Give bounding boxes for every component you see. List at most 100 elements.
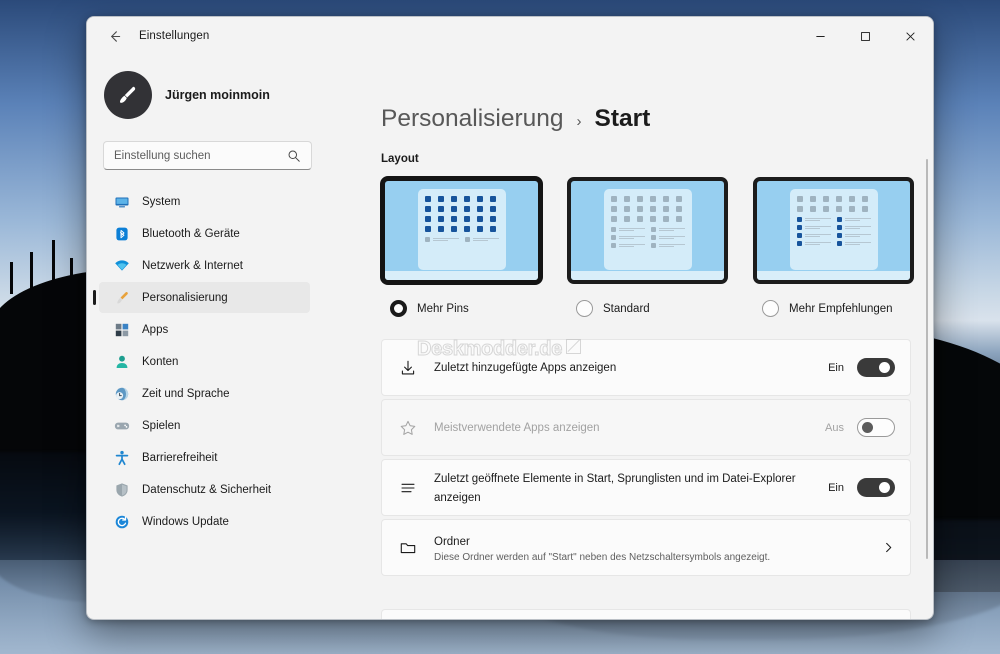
setting-control: Ein bbox=[828, 478, 895, 497]
sidebar: Jürgen moinmoin Einstellung suchen Syste… bbox=[87, 55, 322, 619]
layout-option-standard: Standard bbox=[567, 177, 728, 317]
setting-text: Zuletzt hinzugefügte Apps anzeigen bbox=[434, 358, 812, 377]
sidebar-item-label: Barrierefreiheit bbox=[142, 451, 218, 464]
window-titlebar: Einstellungen bbox=[87, 17, 933, 55]
settings-window: Einstellungen Jürgen moinmoin Einstellun… bbox=[86, 16, 934, 620]
taskbar-preview bbox=[757, 271, 910, 280]
list-lines-icon bbox=[398, 478, 418, 498]
desktop-background: Einstellungen Jürgen moinmoin Einstellun… bbox=[0, 0, 1000, 654]
layout-preview-mehr-empfehlungen[interactable] bbox=[753, 177, 914, 284]
sidebar-item-konten[interactable]: Konten bbox=[99, 346, 310, 377]
layout-option-label: Mehr Empfehlungen bbox=[789, 302, 893, 315]
apps-grid-icon bbox=[113, 321, 130, 338]
search-button[interactable] bbox=[284, 146, 303, 165]
toggle-most-used-apps[interactable] bbox=[857, 418, 895, 437]
tree-spike bbox=[10, 262, 13, 294]
setting-title: Ordner bbox=[434, 535, 470, 548]
layout-radio-mehr-pins[interactable]: Mehr Pins bbox=[381, 300, 542, 317]
start-panel-preview bbox=[789, 189, 878, 270]
sidebar-item-label: Zeit und Sprache bbox=[142, 387, 230, 400]
avatar bbox=[104, 71, 152, 119]
pin-grid bbox=[796, 196, 871, 212]
vertical-scrollbar[interactable] bbox=[926, 159, 928, 559]
gamepad-icon bbox=[113, 417, 130, 434]
layout-radio-mehr-empfehlungen[interactable]: Mehr Empfehlungen bbox=[753, 300, 914, 317]
breadcrumb-parent[interactable]: Personalisierung bbox=[381, 105, 564, 133]
breadcrumb-separator: › bbox=[576, 113, 582, 130]
toggle-recently-added-apps[interactable] bbox=[857, 358, 895, 377]
arrow-left-icon bbox=[110, 30, 120, 42]
sidebar-item-zeit-sprache[interactable]: Zeit und Sprache bbox=[99, 378, 310, 409]
toggle-recently-opened-items[interactable] bbox=[857, 478, 895, 497]
setting-row-hilfe-beim-starten[interactable]: Hilfe beim Starten bbox=[381, 609, 911, 619]
radio-button bbox=[390, 300, 407, 317]
layout-option-mehr-pins: Mehr Pins bbox=[381, 177, 542, 317]
setting-row-recently-opened-items[interactable]: Zuletzt geöffnete Elemente in Start, Spr… bbox=[381, 459, 911, 516]
sidebar-item-bluetooth[interactable]: Bluetooth & Geräte bbox=[99, 218, 310, 249]
layout-section-label: Layout bbox=[381, 153, 419, 165]
window-body: Jürgen moinmoin Einstellung suchen Syste… bbox=[87, 55, 933, 619]
sidebar-item-label: Windows Update bbox=[142, 515, 229, 528]
sidebar-item-apps[interactable]: Apps bbox=[99, 314, 310, 345]
monitor-icon bbox=[113, 193, 130, 210]
profile-block[interactable]: Jürgen moinmoin bbox=[99, 55, 310, 119]
sidebar-item-datenschutz[interactable]: Datenschutz & Sicherheit bbox=[99, 474, 310, 505]
sidebar-item-barrierefreiheit[interactable]: Barrierefreiheit bbox=[99, 442, 310, 473]
recommendations-preview bbox=[424, 237, 499, 242]
back-button[interactable] bbox=[97, 21, 131, 51]
bluetooth-icon bbox=[113, 225, 130, 242]
update-refresh-icon bbox=[113, 513, 130, 530]
layout-option-mehr-empfehlungen: Mehr Empfehlungen bbox=[753, 177, 914, 317]
shield-icon bbox=[113, 481, 130, 498]
tree-spike bbox=[70, 258, 73, 296]
setting-text: Zuletzt geöffnete Elemente in Start, Spr… bbox=[434, 469, 812, 506]
setting-control bbox=[882, 541, 895, 554]
sidebar-item-label: Apps bbox=[142, 323, 169, 336]
sidebar-item-personalisierung[interactable]: Personalisierung bbox=[93, 282, 310, 313]
toggle-state-label: Ein bbox=[828, 361, 844, 374]
layout-preview-standard[interactable] bbox=[567, 177, 728, 284]
maximize-icon bbox=[861, 31, 870, 41]
start-panel-preview bbox=[603, 189, 692, 270]
sidebar-item-spielen[interactable]: Spielen bbox=[99, 410, 310, 441]
setting-control: Aus bbox=[825, 418, 895, 437]
sidebar-item-windows-update[interactable]: Windows Update bbox=[99, 506, 310, 537]
toggle-state-label: Aus bbox=[825, 421, 844, 434]
pin-grid bbox=[610, 196, 685, 222]
maximize-button[interactable] bbox=[843, 17, 888, 55]
toggle-state-label: Ein bbox=[828, 481, 844, 494]
layout-option-label: Mehr Pins bbox=[417, 302, 469, 315]
pin-grid bbox=[424, 196, 499, 232]
clock-globe-icon bbox=[113, 385, 130, 402]
sidebar-item-network[interactable]: Netzwerk & Internet bbox=[99, 250, 310, 281]
tree-spike bbox=[52, 240, 55, 292]
minimize-button[interactable] bbox=[798, 17, 843, 55]
download-icon bbox=[398, 358, 418, 378]
sidebar-item-label: Datenschutz & Sicherheit bbox=[142, 483, 272, 496]
setting-control: Ein bbox=[828, 358, 895, 377]
tree-spike bbox=[30, 252, 33, 292]
layout-preview-mehr-pins[interactable] bbox=[381, 177, 542, 284]
sidebar-item-label: Konten bbox=[142, 355, 179, 368]
close-button[interactable] bbox=[888, 17, 933, 55]
sidebar-item-label: Personalisierung bbox=[142, 291, 228, 304]
setting-row-most-used-apps[interactable]: Meistverwendete Apps anzeigen Aus bbox=[381, 399, 911, 456]
minimize-icon bbox=[816, 35, 825, 37]
sidebar-nav: System Bluetooth & Geräte Netzwerk & Int… bbox=[93, 186, 310, 537]
setting-text: Meistverwendete Apps anzeigen bbox=[434, 418, 809, 437]
close-icon bbox=[906, 31, 915, 41]
setting-row-recently-added-apps[interactable]: Zuletzt hinzugefügte Apps anzeigen Ein D… bbox=[381, 338, 911, 396]
window-controls bbox=[798, 17, 933, 55]
sidebar-item-label: Netzwerk & Internet bbox=[142, 259, 243, 272]
search-input[interactable] bbox=[103, 141, 312, 170]
taskbar-preview bbox=[385, 271, 538, 280]
star-icon bbox=[398, 418, 418, 438]
sidebar-item-system[interactable]: System bbox=[99, 186, 310, 217]
profile-name: Jürgen moinmoin bbox=[165, 88, 270, 102]
setting-row-ordner[interactable]: Ordner Diese Ordner werden auf "Start" n… bbox=[381, 519, 911, 576]
layout-options: Mehr Pins Standard Mehr Empfehlungen bbox=[381, 177, 933, 317]
layout-radio-standard[interactable]: Standard bbox=[567, 300, 728, 317]
chevron-right-icon[interactable] bbox=[882, 541, 895, 554]
accessibility-icon bbox=[113, 449, 130, 466]
search-container bbox=[103, 141, 312, 170]
